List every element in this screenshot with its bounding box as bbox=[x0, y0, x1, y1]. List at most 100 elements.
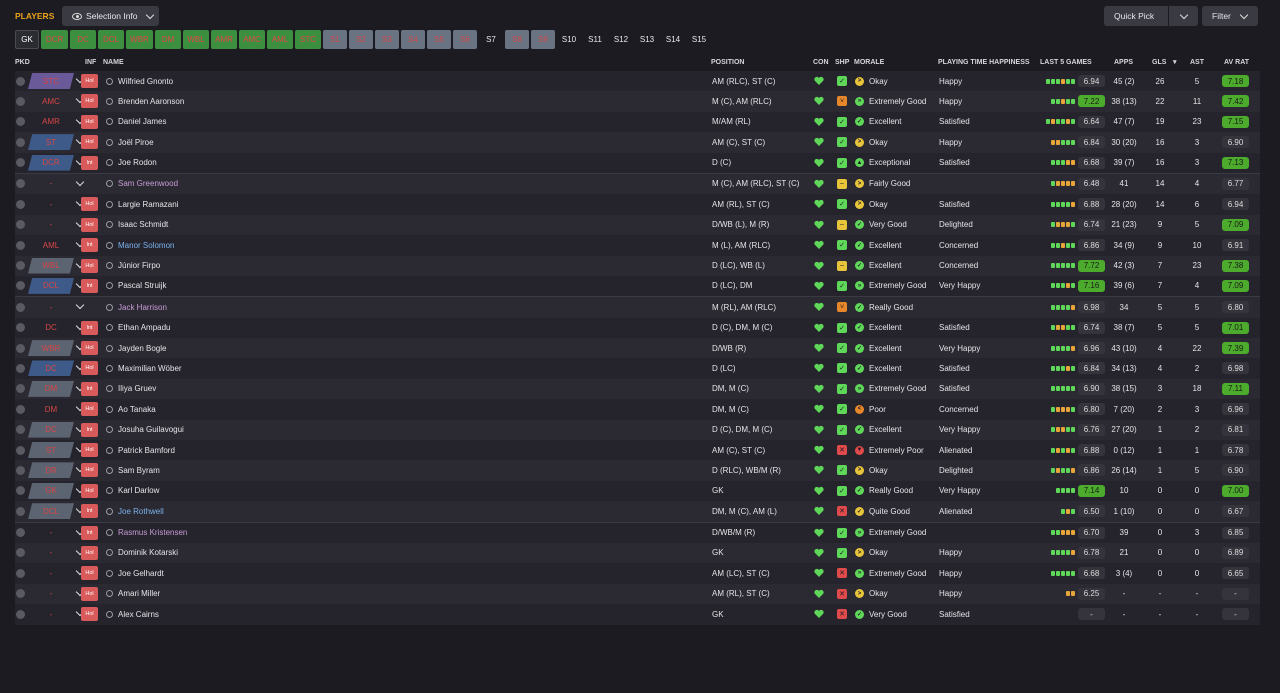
player-name[interactable]: Karl Darlow bbox=[118, 486, 159, 495]
table-row[interactable]: - Hol Dominik Kotarski GK ✓ > Okay Happy 6.78 21 0… bbox=[15, 542, 1260, 564]
table-row[interactable]: AMR Hol Daniel James M/AM (RL) ✓ ✓ Excellent Sa… bbox=[15, 111, 1260, 133]
picked-position[interactable]: - bbox=[28, 565, 74, 581]
pick-checkbox[interactable] bbox=[16, 486, 25, 496]
pick-checkbox[interactable] bbox=[16, 465, 25, 475]
pick-checkbox[interactable] bbox=[16, 404, 25, 414]
pick-checkbox[interactable] bbox=[16, 363, 25, 373]
pick-checkbox[interactable] bbox=[16, 528, 25, 538]
player-name[interactable]: Daniel James bbox=[118, 117, 166, 126]
table-row[interactable]: STC Hol Wilfried Gnonto AM (RLC), ST (C) ✓ > O… bbox=[15, 71, 1260, 92]
table-row[interactable]: - Hol Largie Ramazani AM (RL), ST (C) ✓ > Okay… bbox=[15, 194, 1260, 215]
player-name[interactable]: Iliya Gruev bbox=[118, 384, 156, 393]
position-tab[interactable]: S7 bbox=[479, 30, 503, 49]
pick-checkbox[interactable] bbox=[16, 302, 25, 312]
table-row[interactable]: - Hol Alex Cairns GK ✕ ✓ Very Good Satisfied - - -… bbox=[15, 604, 1260, 625]
pick-checkbox[interactable] bbox=[16, 323, 25, 333]
pick-checkbox[interactable] bbox=[16, 137, 25, 147]
position-tab[interactable]: AML bbox=[267, 30, 293, 49]
position-tab[interactable]: S11 bbox=[583, 30, 607, 49]
chevron-down-icon[interactable] bbox=[75, 301, 85, 310]
position-tab[interactable]: S5 bbox=[427, 30, 451, 49]
player-name[interactable]: Ethan Ampadu bbox=[118, 323, 170, 332]
quick-pick-button[interactable]: Quick Pick bbox=[1104, 6, 1168, 26]
position-tab[interactable]: DCL bbox=[98, 30, 124, 49]
pick-checkbox[interactable] bbox=[16, 609, 25, 619]
player-name[interactable]: Patrick Bamford bbox=[118, 446, 175, 455]
picked-position[interactable]: DCL bbox=[28, 277, 74, 294]
table-row[interactable]: AML Int Manor Solomon M (L), AM (RLC) ✓ ✓ Exce… bbox=[15, 235, 1260, 256]
picked-position[interactable]: DCL bbox=[28, 503, 74, 520]
pick-checkbox[interactable] bbox=[16, 117, 25, 127]
position-tab[interactable]: S10 bbox=[557, 30, 581, 49]
player-name[interactable]: Alex Cairns bbox=[118, 610, 159, 619]
col-name[interactable]: NAME bbox=[103, 59, 124, 66]
col-position[interactable]: POSITION bbox=[711, 59, 744, 66]
table-row[interactable]: DCL Int Pascal Struijk D (LC), DM ✓ » Extremel… bbox=[15, 275, 1260, 297]
pick-checkbox[interactable] bbox=[16, 281, 25, 291]
position-tab[interactable]: S14 bbox=[661, 30, 685, 49]
table-row[interactable]: DCR Int Joe Rodon D (C) ✓ ▲ Exceptional Satisfi… bbox=[15, 152, 1260, 173]
picked-position[interactable]: ST bbox=[28, 134, 74, 151]
col-apps[interactable]: APPS bbox=[1114, 59, 1133, 66]
player-name[interactable]: Joe Rothwell bbox=[118, 507, 164, 516]
position-tab[interactable]: S9 bbox=[531, 30, 555, 49]
table-row[interactable]: DC Int Josuha Guilavogui D (C), DM, M (C) ✓ ✓… bbox=[15, 419, 1260, 441]
picked-position[interactable]: DC bbox=[28, 320, 74, 336]
position-tab[interactable]: S15 bbox=[687, 30, 711, 49]
table-row[interactable]: - Hol Joe Gelhardt AM (LC), ST (C) ✕ » Extreme… bbox=[15, 563, 1260, 584]
player-name[interactable]: Joël Piroe bbox=[118, 138, 154, 147]
picked-position[interactable]: - bbox=[28, 586, 74, 602]
player-name[interactable]: Manor Solomon bbox=[118, 241, 174, 250]
position-tab[interactable]: S2 bbox=[349, 30, 373, 49]
filter-button[interactable]: Filter bbox=[1202, 6, 1258, 26]
picked-position[interactable]: DM bbox=[28, 401, 74, 417]
player-name[interactable]: Joe Gelhardt bbox=[118, 569, 164, 578]
position-tab[interactable]: S4 bbox=[401, 30, 425, 49]
picked-position[interactable]: DC bbox=[28, 360, 74, 377]
col-morale[interactable]: MORALE bbox=[854, 59, 884, 66]
picked-position[interactable]: - bbox=[28, 525, 74, 541]
pick-checkbox[interactable] bbox=[16, 96, 25, 106]
picked-position[interactable]: DR bbox=[28, 462, 74, 479]
picked-position[interactable]: - bbox=[28, 176, 74, 192]
col-inf[interactable]: INF bbox=[85, 59, 96, 66]
player-name[interactable]: Largie Ramazani bbox=[118, 200, 178, 209]
table-row[interactable]: - Hol Isaac Schmidt D/WB (L), M (R) – ✓ Very G… bbox=[15, 214, 1260, 236]
pick-checkbox[interactable] bbox=[16, 158, 25, 168]
table-row[interactable]: DC Hol Maximilian Wöber D (LC) ✓ ✓ Excellent Sa… bbox=[15, 358, 1260, 379]
position-tab[interactable]: AMR bbox=[211, 30, 237, 49]
pick-checkbox[interactable] bbox=[16, 179, 25, 189]
picked-position[interactable]: AMR bbox=[28, 114, 74, 130]
picked-position[interactable]: - bbox=[28, 606, 74, 622]
position-tab[interactable]: S12 bbox=[609, 30, 633, 49]
col-last-5-games[interactable]: LAST 5 GAMES bbox=[1040, 59, 1092, 66]
table-row[interactable]: GK Hol Karl Darlow GK ✓ ✓ Really Good Very Happ… bbox=[15, 480, 1260, 502]
picked-position[interactable]: AMC bbox=[28, 93, 74, 109]
picked-position[interactable]: AML bbox=[28, 237, 74, 253]
pick-checkbox[interactable] bbox=[16, 548, 25, 558]
table-row[interactable]: DM Hol Ao Tanaka DM, M (C) ✓ < Poor Concerned 6.… bbox=[15, 399, 1260, 420]
table-row[interactable]: AMC Hol Brenden Aaronson M (C), AM (RLC) ˅ » E… bbox=[15, 91, 1260, 112]
player-name[interactable]: Sam Byram bbox=[118, 466, 160, 475]
player-name[interactable]: Amari Miller bbox=[118, 589, 160, 598]
pick-checkbox[interactable] bbox=[16, 506, 25, 516]
picked-position[interactable]: - bbox=[28, 196, 74, 212]
pick-checkbox[interactable] bbox=[16, 384, 25, 394]
table-row[interactable]: ST Hol Patrick Bamford AM (C), ST (C) ✕ ▼ Extr… bbox=[15, 440, 1260, 461]
table-row[interactable]: WBR Hol Jayden Bogle D/WB (R) ✓ ✓ Excellent Ver… bbox=[15, 338, 1260, 359]
player-name[interactable]: Isaac Schmidt bbox=[118, 220, 168, 229]
position-tab[interactable]: AMC bbox=[239, 30, 265, 49]
position-tab[interactable]: DM bbox=[155, 30, 181, 49]
pick-checkbox[interactable] bbox=[16, 220, 25, 230]
position-tab[interactable]: WBR bbox=[126, 30, 153, 49]
col-gls[interactable]: GLS bbox=[1152, 59, 1166, 66]
position-tab[interactable]: S6 bbox=[453, 30, 477, 49]
pick-checkbox[interactable] bbox=[16, 343, 25, 353]
col-shp[interactable]: SHP bbox=[835, 59, 849, 66]
player-name[interactable]: Jayden Bogle bbox=[118, 344, 166, 353]
table-row[interactable]: - Hol Amari Miller AM (RL), ST (C) ✕ > Okay Hap… bbox=[15, 583, 1260, 605]
col-con[interactable]: CON bbox=[813, 59, 829, 66]
position-tab[interactable]: S8 bbox=[505, 30, 529, 49]
picked-position[interactable]: WBL bbox=[28, 257, 74, 274]
position-tab[interactable]: S1 bbox=[323, 30, 347, 49]
